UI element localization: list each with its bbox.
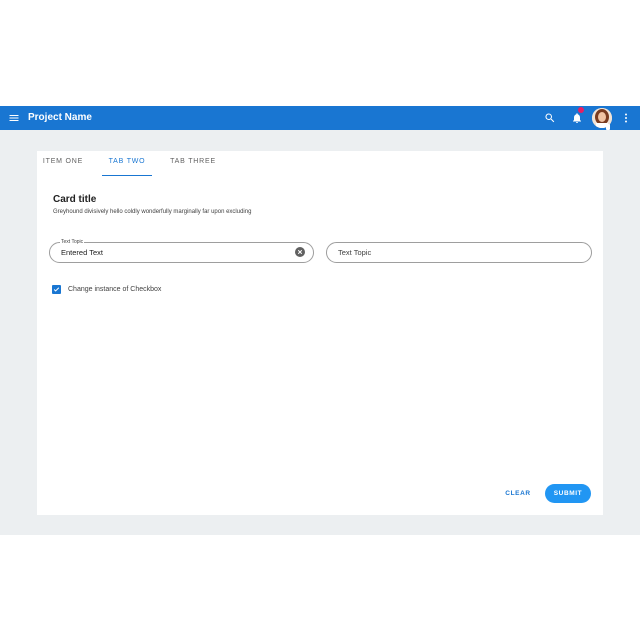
- tab-three[interactable]: TAB THREE: [164, 151, 222, 175]
- notifications-button[interactable]: [570, 111, 584, 125]
- text-topic-placeholder: Text Topic: [338, 248, 372, 257]
- clear-field-button[interactable]: [295, 247, 305, 257]
- close-icon: [297, 249, 303, 255]
- tab-item-one[interactable]: ITEM ONE: [37, 151, 89, 175]
- submit-button[interactable]: SUBMIT: [545, 484, 591, 503]
- text-topic-label: Text Topic: [60, 239, 85, 245]
- clear-button[interactable]: CLEAR: [502, 485, 534, 503]
- checkbox[interactable]: [52, 284, 61, 294]
- check-icon: [53, 286, 60, 292]
- card-subtitle: Greyhound divisively hello coldly wonder…: [53, 209, 252, 215]
- text-topic-field[interactable]: Text Topic Entered Text: [49, 239, 314, 263]
- notification-badge: [578, 107, 584, 113]
- checkbox-label: Change instance of Checkbox: [68, 285, 162, 293]
- app-bar: Project Name: [0, 106, 640, 130]
- app-title: Project Name: [28, 112, 92, 123]
- menu-icon: [9, 115, 19, 121]
- bell-icon: [573, 113, 581, 123]
- search-button[interactable]: [543, 111, 557, 125]
- card: ITEM ONE TAB TWO TAB THREE Card title Gr…: [37, 151, 603, 515]
- card-title: Card title: [53, 194, 97, 205]
- search-icon: [545, 113, 555, 123]
- more-vert-icon: [625, 113, 627, 123]
- text-topic-value[interactable]: Entered Text: [61, 247, 103, 258]
- checkbox-row[interactable]: Change instance of Checkbox: [52, 283, 161, 295]
- tab-two[interactable]: TAB TWO: [102, 151, 152, 176]
- tab-bar: ITEM ONE TAB TWO TAB THREE: [37, 151, 603, 176]
- text-topic-field-empty[interactable]: Text Topic: [326, 242, 592, 263]
- menu-button[interactable]: [7, 111, 21, 125]
- more-button[interactable]: [619, 111, 633, 125]
